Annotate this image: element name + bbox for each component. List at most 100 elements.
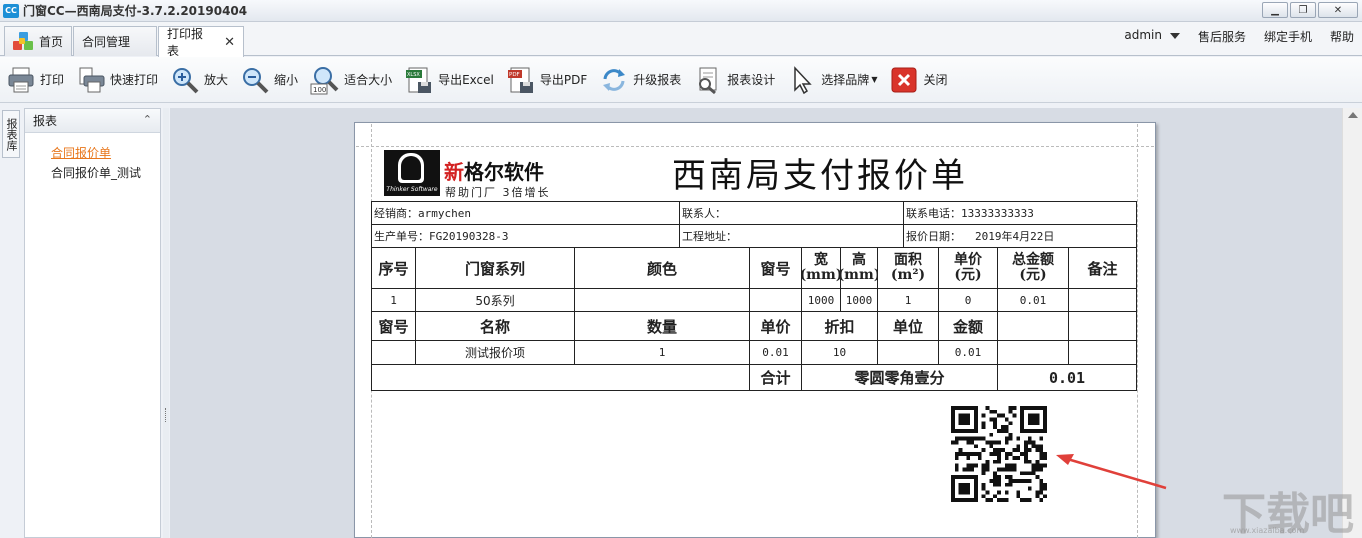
help-link[interactable]: 帮助: [1330, 28, 1354, 45]
tab-home[interactable]: 首页: [4, 26, 72, 56]
row2-unit: [877, 340, 939, 365]
print-label: 打印: [40, 73, 65, 87]
dealer-cell: 经销商：armychen: [371, 201, 680, 225]
close-icon: [889, 65, 919, 95]
col-seq: 序号: [371, 247, 416, 289]
upgrade-report-button[interactable]: 升级报表: [599, 65, 681, 95]
phone-cell: 联系电话：13333333333: [903, 201, 1137, 225]
report-title: 西南局支付报价单: [672, 156, 968, 196]
user-name: admin: [1124, 28, 1162, 42]
col2-empty: [1068, 311, 1137, 341]
site-address-cell: 工程地址：: [679, 224, 904, 248]
bind-phone-link[interactable]: 绑定手机: [1264, 28, 1312, 45]
row1-width: 1000: [801, 288, 841, 312]
col-width: 宽 (mm): [801, 247, 841, 289]
sum-value: 0.01: [997, 364, 1137, 391]
select-brand-button[interactable]: 选择品牌 ▼: [787, 65, 877, 95]
col-color: 颜色: [574, 247, 750, 289]
vertical-scrollbar[interactable]: [1342, 108, 1362, 538]
tab-print-report[interactable]: 打印报表 ✕: [158, 26, 244, 58]
tab-label: 合同管理: [82, 35, 131, 49]
company-name: 新格尔软件: [444, 156, 544, 185]
col2-discount: 折扣: [801, 311, 878, 341]
quick-print-button[interactable]: 快速打印: [76, 65, 158, 95]
close-report-button[interactable]: 关闭: [889, 65, 947, 95]
top-links: admin 售后服务 绑定手机 帮助: [1124, 28, 1354, 45]
zoom-out-button[interactable]: 缩小: [240, 65, 298, 95]
logo-caption: Thinker Software: [386, 186, 438, 193]
pdf-export-icon: PDF: [506, 65, 536, 95]
restore-button[interactable]: ❐: [1290, 2, 1316, 18]
export-excel-label: 导出Excel: [438, 73, 494, 87]
row2-window-no: [371, 340, 416, 365]
report-item-contract-quote-test[interactable]: 合同报价单_测试: [25, 163, 160, 183]
col2-name: 名称: [415, 311, 575, 341]
tab-contract-management[interactable]: 合同管理: [73, 26, 157, 56]
contact-cell: 联系人：: [679, 201, 904, 225]
row2-name: 测试报价项: [415, 340, 575, 365]
panel-header: 报表 ⌃: [25, 109, 160, 133]
panel-title: 报表: [33, 114, 58, 128]
after-sales-link[interactable]: 售后服务: [1198, 28, 1246, 45]
home-icon: [13, 31, 35, 52]
row2-amount: 0.01: [938, 340, 998, 365]
row2-discount: 10: [801, 340, 878, 365]
row1-height: 1000: [840, 288, 878, 312]
report-design-button[interactable]: 报表设计: [693, 65, 775, 95]
quick-print-icon: [76, 65, 106, 95]
row1-series: 50系列: [415, 288, 575, 312]
tab-label: 打印报表: [167, 27, 204, 58]
panel-splitter[interactable]: [163, 108, 169, 538]
cursor-icon: [787, 65, 817, 95]
window-controls: ▁ ❐ ✕: [1262, 2, 1358, 18]
export-excel-button[interactable]: XLSX 导出Excel: [404, 65, 494, 95]
toolbar: 打印 快速打印 放大 缩小 100 适合大小 XLSX 导出Excel PDF …: [0, 57, 1362, 103]
window-close-button[interactable]: ✕: [1318, 2, 1358, 18]
company-logo: Thinker Software: [384, 150, 440, 196]
export-pdf-button[interactable]: PDF 导出PDF: [506, 65, 587, 95]
row1-area: 1: [877, 288, 939, 312]
row1-seq: 1: [371, 288, 416, 312]
tab-label: 首页: [39, 35, 64, 49]
chevron-down-icon: ▼: [871, 75, 878, 84]
user-menu[interactable]: admin: [1124, 28, 1180, 45]
row1-window-no: [749, 288, 802, 312]
col-window-no: 窗号: [749, 247, 802, 289]
chevron-up-icon[interactable]: ⌃: [143, 113, 152, 126]
refresh-icon: [599, 65, 629, 95]
company-tagline: 帮助门厂 3倍增长: [445, 186, 551, 199]
zoom-in-label: 放大: [204, 73, 229, 87]
sum-in-words: 零圆零角壹分: [801, 364, 998, 391]
annotation-arrow-icon: [1056, 454, 1167, 490]
select-brand-label: 选择品牌: [821, 73, 870, 87]
sum-blank: [371, 364, 750, 391]
close-icon[interactable]: ✕: [224, 35, 235, 50]
window-title: 门窗CC—西南局支付-3.7.2.20190404: [23, 4, 248, 18]
report-library-tab[interactable]: 报表库: [2, 110, 20, 158]
zoom-out-icon: [240, 65, 270, 95]
row1-color: [574, 288, 750, 312]
col-unit-price: 单价 (元): [938, 247, 998, 289]
app-logo-icon: CC: [3, 3, 19, 18]
qr-code: [951, 406, 1047, 502]
zoom-fit-button[interactable]: 100 适合大小: [310, 65, 392, 95]
zoom-fit-icon: 100: [310, 65, 340, 95]
quote-date-cell: 报价日期： 2019年4月22日: [903, 224, 1137, 248]
report-item-contract-quote[interactable]: 合同报价单: [25, 143, 160, 163]
design-icon: [693, 65, 723, 95]
col-total: 总金额 (元): [997, 247, 1069, 289]
row1-remark: [1068, 288, 1137, 312]
col2-unit-price: 单价: [749, 311, 802, 341]
title-bar: CC 门窗CC—西南局支付-3.7.2.20190404 ▁ ❐ ✕: [0, 0, 1362, 22]
print-button[interactable]: 打印: [6, 65, 64, 95]
xlsx-export-icon: XLSX: [404, 65, 434, 95]
svg-text:XLSX: XLSX: [407, 72, 420, 78]
scroll-up-icon[interactable]: [1348, 112, 1358, 118]
order-number-cell: 生产单号：FG20190328-3: [371, 224, 680, 248]
zoom-out-label: 缩小: [274, 73, 299, 87]
upgrade-report-label: 升级报表: [633, 73, 682, 87]
zoom-in-button[interactable]: 放大: [170, 65, 228, 95]
row1-total: 0.01: [997, 288, 1069, 312]
minimize-button[interactable]: ▁: [1262, 2, 1288, 18]
col2-unit: 单位: [877, 311, 939, 341]
